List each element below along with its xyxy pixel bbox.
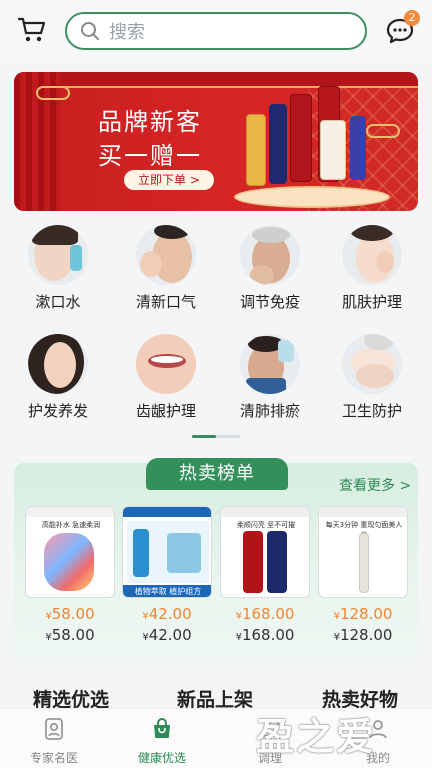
banner-product-tube	[269, 104, 287, 184]
category-label: 调节免疫	[239, 293, 300, 311]
category-image	[136, 334, 196, 394]
product-sale-price: ¥58.00	[45, 605, 95, 623]
category-image	[136, 225, 196, 285]
product-card[interactable]: 每天3分钟 重现匀面美人尖	[318, 506, 408, 598]
product-sale-price: ¥128.00	[333, 605, 393, 623]
product-image	[44, 533, 94, 591]
nav-health-picks[interactable]: 健康优选	[122, 717, 202, 766]
app-page: 搜索 2 品牌新客 买一赠一 立即下单 > 漱口水 清新口气 调节免疫 肌肤护理…	[0, 0, 432, 768]
product-caption: 高能补水 急速柔润	[41, 521, 101, 529]
category-image	[342, 225, 402, 285]
category-image	[28, 334, 88, 394]
category-label: 齿龈护理	[135, 402, 196, 420]
category-mouthwash[interactable]: 漱口水	[4, 225, 112, 335]
product-original-price: ¥42.00	[142, 626, 192, 644]
banner-curtain-top	[14, 72, 418, 88]
nav-experts[interactable]: 专家名医	[14, 717, 94, 766]
category-label: 肌肤护理	[341, 293, 402, 311]
product-caption: 植物萃取 植护组方	[134, 587, 202, 596]
category-lung-care[interactable]: 清肺排瘀	[216, 334, 324, 444]
doctor-icon	[45, 718, 63, 740]
banner-headline: 品牌新客	[98, 108, 202, 136]
shopping-bag-icon	[154, 718, 170, 738]
product-original-price: ¥128.00	[333, 626, 393, 644]
category-image	[342, 334, 402, 394]
search-icon	[81, 22, 99, 40]
product-card[interactable]: 高能补水 急速柔润	[25, 506, 115, 598]
watermark: 盈之爱	[256, 715, 377, 759]
banner-product-jar	[320, 120, 346, 180]
product-image	[133, 529, 149, 577]
hot-ranking-title: 热卖榜单	[146, 458, 288, 490]
banner-product-tube	[246, 114, 266, 186]
banner-order-button[interactable]: 立即下单 >	[124, 170, 214, 190]
category-image	[240, 225, 300, 285]
category-hair-care[interactable]: 护发养发	[4, 334, 112, 444]
category-skin-care[interactable]: 肌肤护理	[318, 225, 426, 335]
banner-product-tube	[350, 116, 366, 180]
product-card[interactable]: 植物萃取 植护组方	[122, 506, 212, 598]
category-label: 清新口气	[135, 293, 196, 311]
cart-icon[interactable]	[16, 14, 48, 46]
category-page-indicator	[192, 435, 240, 438]
product-original-price: ¥168.00	[235, 626, 295, 644]
product-caption: 柔顺闪亮 坚不可摧	[236, 521, 296, 529]
product-sale-price: ¥42.00	[142, 605, 192, 623]
product-image	[359, 533, 369, 593]
category-label: 护发养发	[27, 402, 88, 420]
category-hygiene[interactable]: 卫生防护	[318, 334, 426, 444]
banner-product-stage	[234, 186, 390, 208]
product-image	[267, 531, 287, 593]
product-image	[243, 531, 263, 593]
cloud-decoration	[366, 124, 400, 138]
nav-label: 健康优选	[137, 751, 186, 765]
category-immunity[interactable]: 调节免疫	[216, 225, 324, 335]
search-placeholder: 搜索	[109, 22, 145, 43]
top-bar: 搜索 2	[0, 0, 432, 62]
category-gum-care[interactable]: 齿龈护理	[112, 334, 220, 444]
banner-product-bottle	[290, 94, 312, 182]
view-more-link[interactable]: 查看更多 >	[339, 475, 411, 495]
search-input[interactable]: 搜索	[65, 12, 367, 50]
cloud-decoration	[36, 86, 70, 100]
banner-subheadline: 买一赠一	[98, 142, 202, 170]
promo-banner[interactable]: 品牌新客 买一赠一 立即下单 >	[14, 72, 418, 211]
category-fresh-breath[interactable]: 清新口气	[112, 225, 220, 335]
category-label: 卫生防护	[341, 402, 402, 420]
product-image	[167, 533, 201, 573]
message-count-badge: 2	[404, 10, 420, 26]
product-sale-price: ¥168.00	[235, 605, 295, 623]
category-image	[28, 225, 88, 285]
product-card[interactable]: 柔顺闪亮 坚不可摧	[220, 506, 310, 598]
category-label: 清肺排瘀	[239, 402, 300, 420]
nav-label: 专家名医	[29, 751, 78, 765]
category-label: 漱口水	[35, 293, 81, 311]
category-image	[240, 334, 300, 394]
product-original-price: ¥58.00	[45, 626, 95, 644]
